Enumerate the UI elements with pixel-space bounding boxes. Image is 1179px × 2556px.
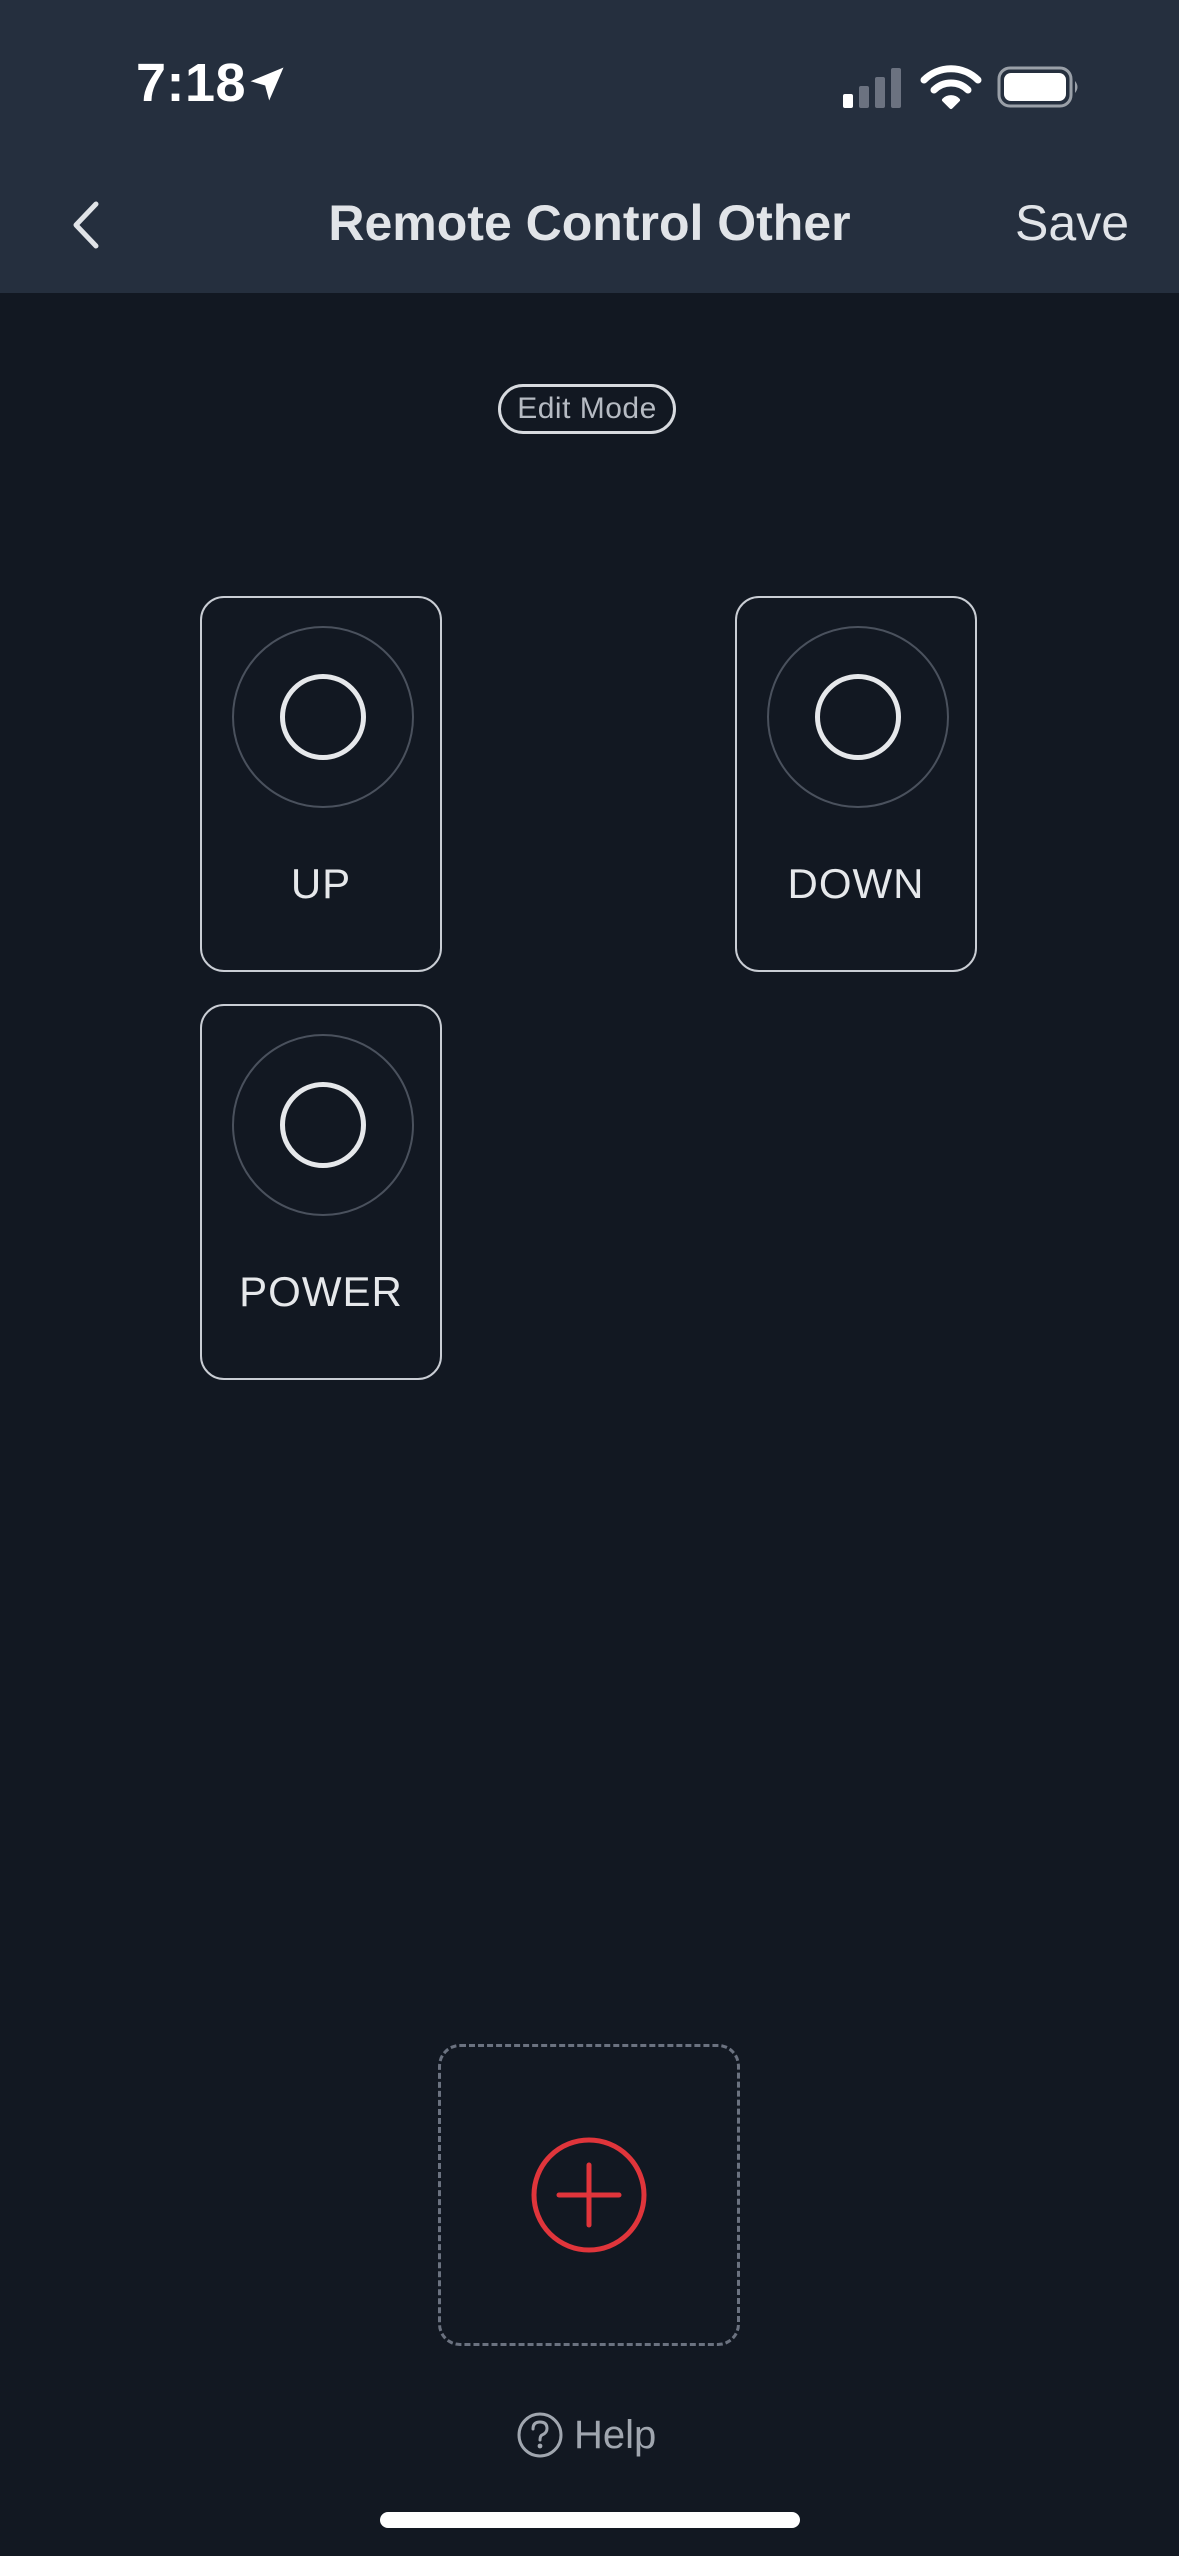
plus-circle-icon — [531, 2137, 647, 2253]
edit-mode-badge: Edit Mode — [498, 384, 676, 434]
remote-key-down[interactable]: DOWN — [735, 596, 977, 972]
remote-key-up[interactable]: UP — [200, 596, 442, 972]
location-arrow-icon — [250, 67, 284, 101]
help-link[interactable]: Help — [516, 2410, 656, 2460]
chevron-left-icon — [73, 201, 99, 249]
battery-icon — [997, 66, 1078, 108]
key-ring — [767, 626, 949, 808]
question-circle-icon — [517, 2412, 563, 2458]
app-header: 7:18 Remote Control Other Save — [0, 0, 1179, 293]
key-label-power: POWER — [239, 1268, 403, 1315]
cellular-signal-icon — [843, 68, 901, 108]
key-label-up: UP — [290, 860, 352, 907]
remote-key-power[interactable]: POWER — [200, 1004, 442, 1380]
home-indicator — [380, 2512, 800, 2528]
save-button[interactable]: Save — [1015, 194, 1129, 252]
circle-icon — [280, 674, 366, 760]
key-label-down: DOWN — [787, 860, 925, 907]
page-title: Remote Control Other — [328, 195, 851, 251]
circle-icon — [280, 1082, 366, 1168]
remote-control-screen: 7:18 Remote Control Other Save Edit Mode… — [0, 0, 1179, 2556]
add-key-button[interactable] — [438, 2044, 740, 2346]
key-ring — [232, 1034, 414, 1216]
wifi-icon — [920, 65, 982, 109]
key-ring — [232, 626, 414, 808]
help-label: Help — [574, 2412, 657, 2457]
status-time: 7:18 — [136, 53, 247, 113]
circle-icon — [815, 674, 901, 760]
back-button[interactable] — [55, 190, 115, 260]
